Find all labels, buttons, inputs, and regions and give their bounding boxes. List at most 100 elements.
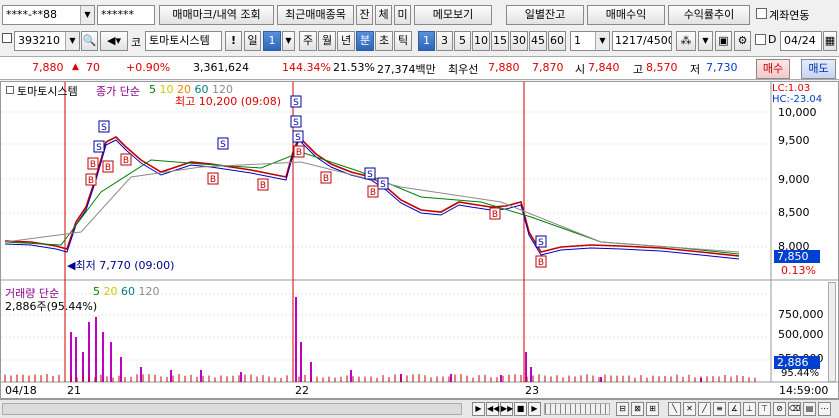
chevron-down-icon[interactable]: ▼ xyxy=(595,32,609,50)
horizontal-scrollbar[interactable] xyxy=(2,403,462,415)
speaker-icon[interactable]: ◀▾ xyxy=(100,31,128,51)
period-button[interactable]: 분 xyxy=(356,31,374,51)
chevron-down-icon[interactable]: ▼ xyxy=(698,31,713,51)
square-icon[interactable] xyxy=(2,33,12,43)
trade-mark-letter: S xyxy=(538,238,544,248)
save-icon[interactable]: ▣ xyxy=(715,31,732,51)
execution-button[interactable]: 체 xyxy=(375,5,392,25)
more-tool-icon[interactable]: ⋯ xyxy=(818,402,831,416)
trade-mark-letter: B xyxy=(538,258,544,268)
trend-tool-icon[interactable]: ╲ xyxy=(668,402,681,416)
period-button[interactable]: 초 xyxy=(375,31,393,51)
trade-mark-letter: B xyxy=(105,163,111,173)
trade-profit-button[interactable]: 매매수익 xyxy=(587,5,665,25)
stop-icon[interactable]: ■ xyxy=(514,402,527,416)
memo-view-button[interactable]: 메모보기 xyxy=(414,5,492,25)
trade-mark-letter: B xyxy=(210,175,216,185)
next-icon[interactable]: ▶ xyxy=(528,402,541,416)
x-label: 22 xyxy=(295,384,309,397)
text-tool-icon[interactable]: ⊤ xyxy=(758,402,771,416)
date-checkbox[interactable] xyxy=(755,34,766,45)
return-trend-button[interactable]: 수익률추이 xyxy=(668,5,750,25)
vma120-label: 120 xyxy=(139,285,160,298)
trade-mark-letter: B xyxy=(90,160,96,170)
daily-balance-button[interactable]: 일별잔고 xyxy=(506,5,584,25)
period-button[interactable]: 틱 xyxy=(394,31,412,51)
account-select[interactable]: ****-**88 ▼ xyxy=(2,5,95,25)
account-link-checkbox[interactable] xyxy=(756,8,767,19)
ma-line xyxy=(5,152,739,254)
trade-mark-letter: S xyxy=(293,98,299,108)
stock-code-select[interactable]: 393210 ▼ xyxy=(14,31,80,51)
account-toolbar: ****-**88 ▼ ****** 매매마크/내역 조회 최근매매종목 잔 체 … xyxy=(0,2,839,26)
layout-tool-icon[interactable]: ▤ xyxy=(803,402,816,416)
fibonacci-tool-icon[interactable]: ⊥ xyxy=(743,402,756,416)
ma10-label: 10 xyxy=(160,83,174,96)
chevron-down-icon[interactable]: ▼ xyxy=(65,32,79,50)
period-button[interactable]: 주 xyxy=(299,31,317,51)
scroll-prev-icon[interactable]: ◀◀ xyxy=(486,402,499,416)
calendar-icon[interactable]: ▦ xyxy=(823,31,837,51)
open-price: 7,840 xyxy=(588,61,620,74)
interval-button[interactable]: 3 xyxy=(436,31,453,51)
date-field[interactable]: 04/24 xyxy=(780,31,822,51)
magnet-tool-icon[interactable]: ⊘ xyxy=(773,402,786,416)
chart-canvas[interactable]: SSBBBBSBBSSSBB SSBBSB xyxy=(1,82,838,398)
sell-button[interactable]: 매도 xyxy=(801,59,836,79)
lc-label: LC:1.03 xyxy=(772,83,810,94)
interval-button[interactable]: 5 xyxy=(454,31,471,51)
minus-icon[interactable]: ⊟ xyxy=(616,402,629,416)
scroll-fast-icon[interactable]: ▶▶ xyxy=(500,402,513,416)
time-readout: 14:59:00 xyxy=(779,384,828,397)
interval-button[interactable]: 1 xyxy=(418,31,435,51)
period-select[interactable]: 일 xyxy=(244,31,261,51)
best-bid-1: 7,880 xyxy=(488,61,520,74)
fit-icon[interactable]: ⊠ xyxy=(631,402,644,416)
cross-tool-icon[interactable]: ✕ xyxy=(683,402,696,416)
scroll-first-icon[interactable]: ▶ xyxy=(472,402,485,416)
current-price: 7,880 xyxy=(32,61,64,74)
gear-icon[interactable]: ⚙ xyxy=(734,31,751,51)
ma5-label: 5 xyxy=(149,83,156,96)
hline-tool-icon[interactable]: ≡ xyxy=(713,402,726,416)
vline-tool-icon[interactable]: ╱ xyxy=(698,402,711,416)
eraser-tool-icon[interactable]: ⌫ xyxy=(788,402,801,416)
interval-button[interactable]: 45 xyxy=(529,31,547,51)
priority-label: 최우선 xyxy=(448,61,478,77)
price-tick: 8,500 xyxy=(778,206,810,219)
trade-mark-history-button[interactable]: 매매마크/내역 조회 xyxy=(159,5,274,25)
chevron-down-icon[interactable]: ▼ xyxy=(282,31,295,51)
search-icon[interactable]: 🔍 xyxy=(81,31,98,51)
volume-info: 2,886주(95.44%) xyxy=(5,298,97,314)
interval-button[interactable]: 60 xyxy=(548,31,566,51)
password-field[interactable]: ****** xyxy=(97,5,155,25)
trade-mark-letter: S xyxy=(96,143,102,153)
square-icon[interactable] xyxy=(6,86,14,94)
interval-button[interactable]: 15 xyxy=(491,31,509,51)
vertical-scrollbar[interactable] xyxy=(828,282,836,382)
candle-settings-icon[interactable]: ⁂ xyxy=(676,31,696,51)
custom-interval-select[interactable]: 1 ▼ xyxy=(570,31,610,51)
unexecuted-button[interactable]: 미 xyxy=(394,5,411,25)
angle-tool-icon[interactable]: ∡ xyxy=(728,402,741,416)
low-note: ◀최저 7,770 (09:00) xyxy=(67,257,174,273)
zoom-slider[interactable] xyxy=(544,403,610,415)
period-button[interactable]: 월 xyxy=(318,31,336,51)
period-value[interactable]: 1 xyxy=(263,31,281,51)
best-bid-2: 7,870 xyxy=(532,61,564,74)
alert-button[interactable]: ! xyxy=(225,31,242,51)
chart-area[interactable]: SSBBBBSBBSSSBBSSBBSB 토마토시스템 종가 단순 5 10 2… xyxy=(0,81,839,399)
data-count-field[interactable]: 1217/4500 xyxy=(612,31,672,51)
zoom-in-icon[interactable]: ⊞ xyxy=(646,402,659,416)
stock-name-field[interactable]: 토마토시스템 xyxy=(145,31,222,51)
period-button[interactable]: 년 xyxy=(337,31,355,51)
interval-button[interactable]: 30 xyxy=(510,31,528,51)
chart-stock-name: 토마토시스템 xyxy=(17,83,78,99)
low-label: 저 xyxy=(690,61,700,77)
recent-trades-button[interactable]: 최근매매종목 xyxy=(277,5,354,25)
interval-button[interactable]: 10 xyxy=(472,31,490,51)
volume-value: 3,361,624 xyxy=(193,61,249,74)
chevron-down-icon[interactable]: ▼ xyxy=(80,6,94,24)
balance-button[interactable]: 잔 xyxy=(356,5,373,25)
buy-button[interactable]: 매수 xyxy=(756,59,790,79)
